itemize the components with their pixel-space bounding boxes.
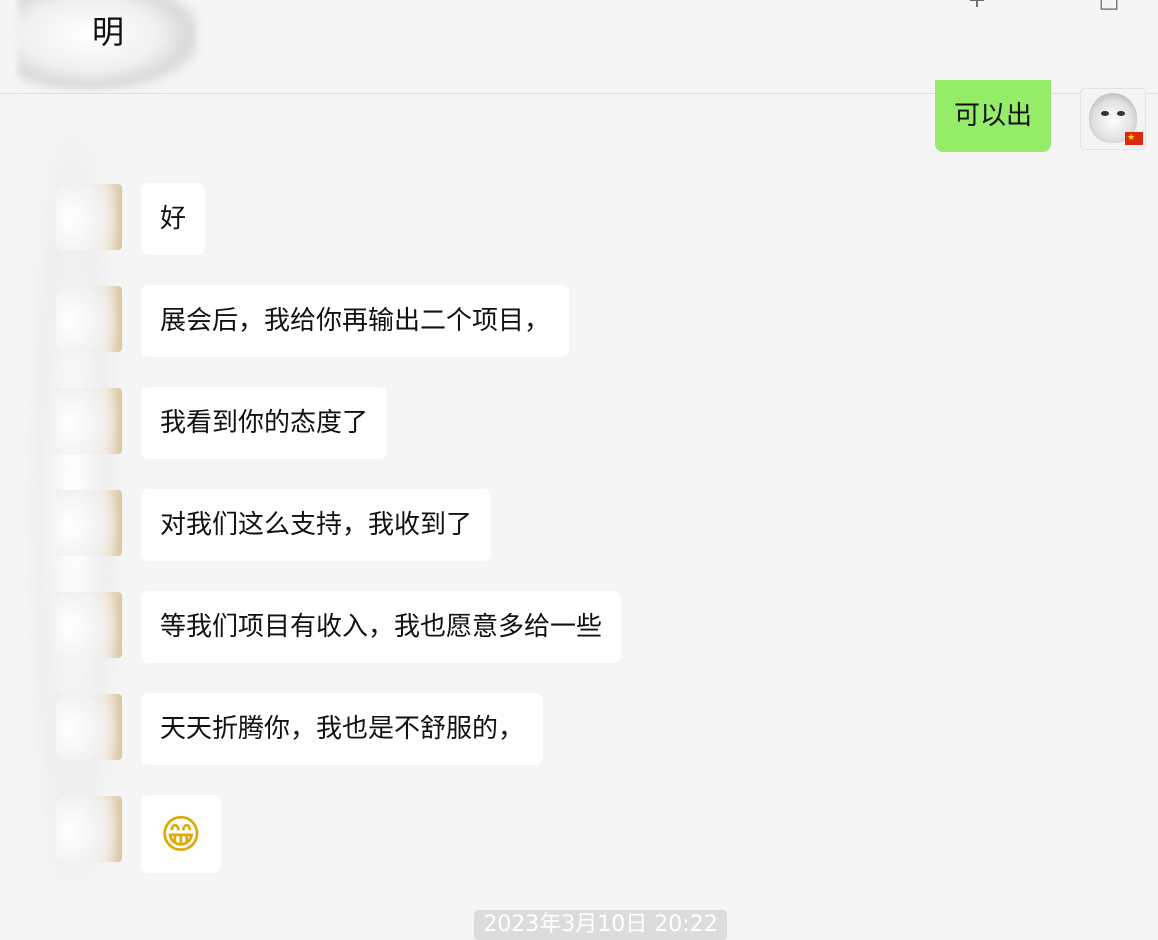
message-bubble-incoming[interactable]: 😁 [141, 795, 221, 873]
my-avatar[interactable]: ★ [1080, 88, 1146, 150]
contact-avatar[interactable] [56, 490, 122, 556]
contact-avatar[interactable] [56, 796, 122, 862]
message-timestamp: 2023年3月10日 20:22 [474, 910, 727, 940]
contact-avatar[interactable] [56, 694, 122, 760]
message-text: 好 [160, 204, 187, 234]
message-text: 展会后，我给你再输出二个项目， [160, 306, 551, 336]
message-text: 等我们项目有收入，我也愿意多给一些 [160, 612, 603, 642]
contact-avatar[interactable] [56, 388, 122, 454]
message-text: 对我们这么支持，我收到了 [160, 510, 473, 540]
add-icon[interactable]: + [962, 0, 992, 12]
message-bubble-incoming[interactable]: 等我们项目有收入，我也愿意多给一些 [141, 591, 622, 663]
grinning-face-emoji-icon: 😁 [160, 812, 202, 858]
message-bubble-outgoing[interactable]: 可以出 [935, 80, 1052, 152]
contact-avatar[interactable] [56, 286, 122, 352]
message-text: 我看到你的态度了 [160, 408, 369, 438]
message-bubble-incoming[interactable]: 天天折腾你，我也是不舒服的， [141, 693, 544, 765]
chat-title[interactable]: 明 [92, 12, 124, 52]
message-text: 天天折腾你，我也是不舒服的， [160, 714, 525, 744]
message-text: 可以出 [954, 101, 1033, 131]
message-bubble-incoming[interactable]: 展会后，我给你再输出二个项目， [141, 285, 570, 357]
message-bubble-incoming[interactable]: 好 [141, 183, 206, 255]
message-bubble-incoming[interactable]: 我看到你的态度了 [141, 387, 388, 459]
china-flag-icon: ★ [1125, 132, 1143, 145]
contact-avatar[interactable] [56, 592, 122, 658]
more-icon[interactable]: □ [1094, 0, 1124, 12]
message-bubble-incoming[interactable]: 对我们这么支持，我收到了 [141, 489, 492, 561]
contact-avatar[interactable] [56, 184, 122, 250]
